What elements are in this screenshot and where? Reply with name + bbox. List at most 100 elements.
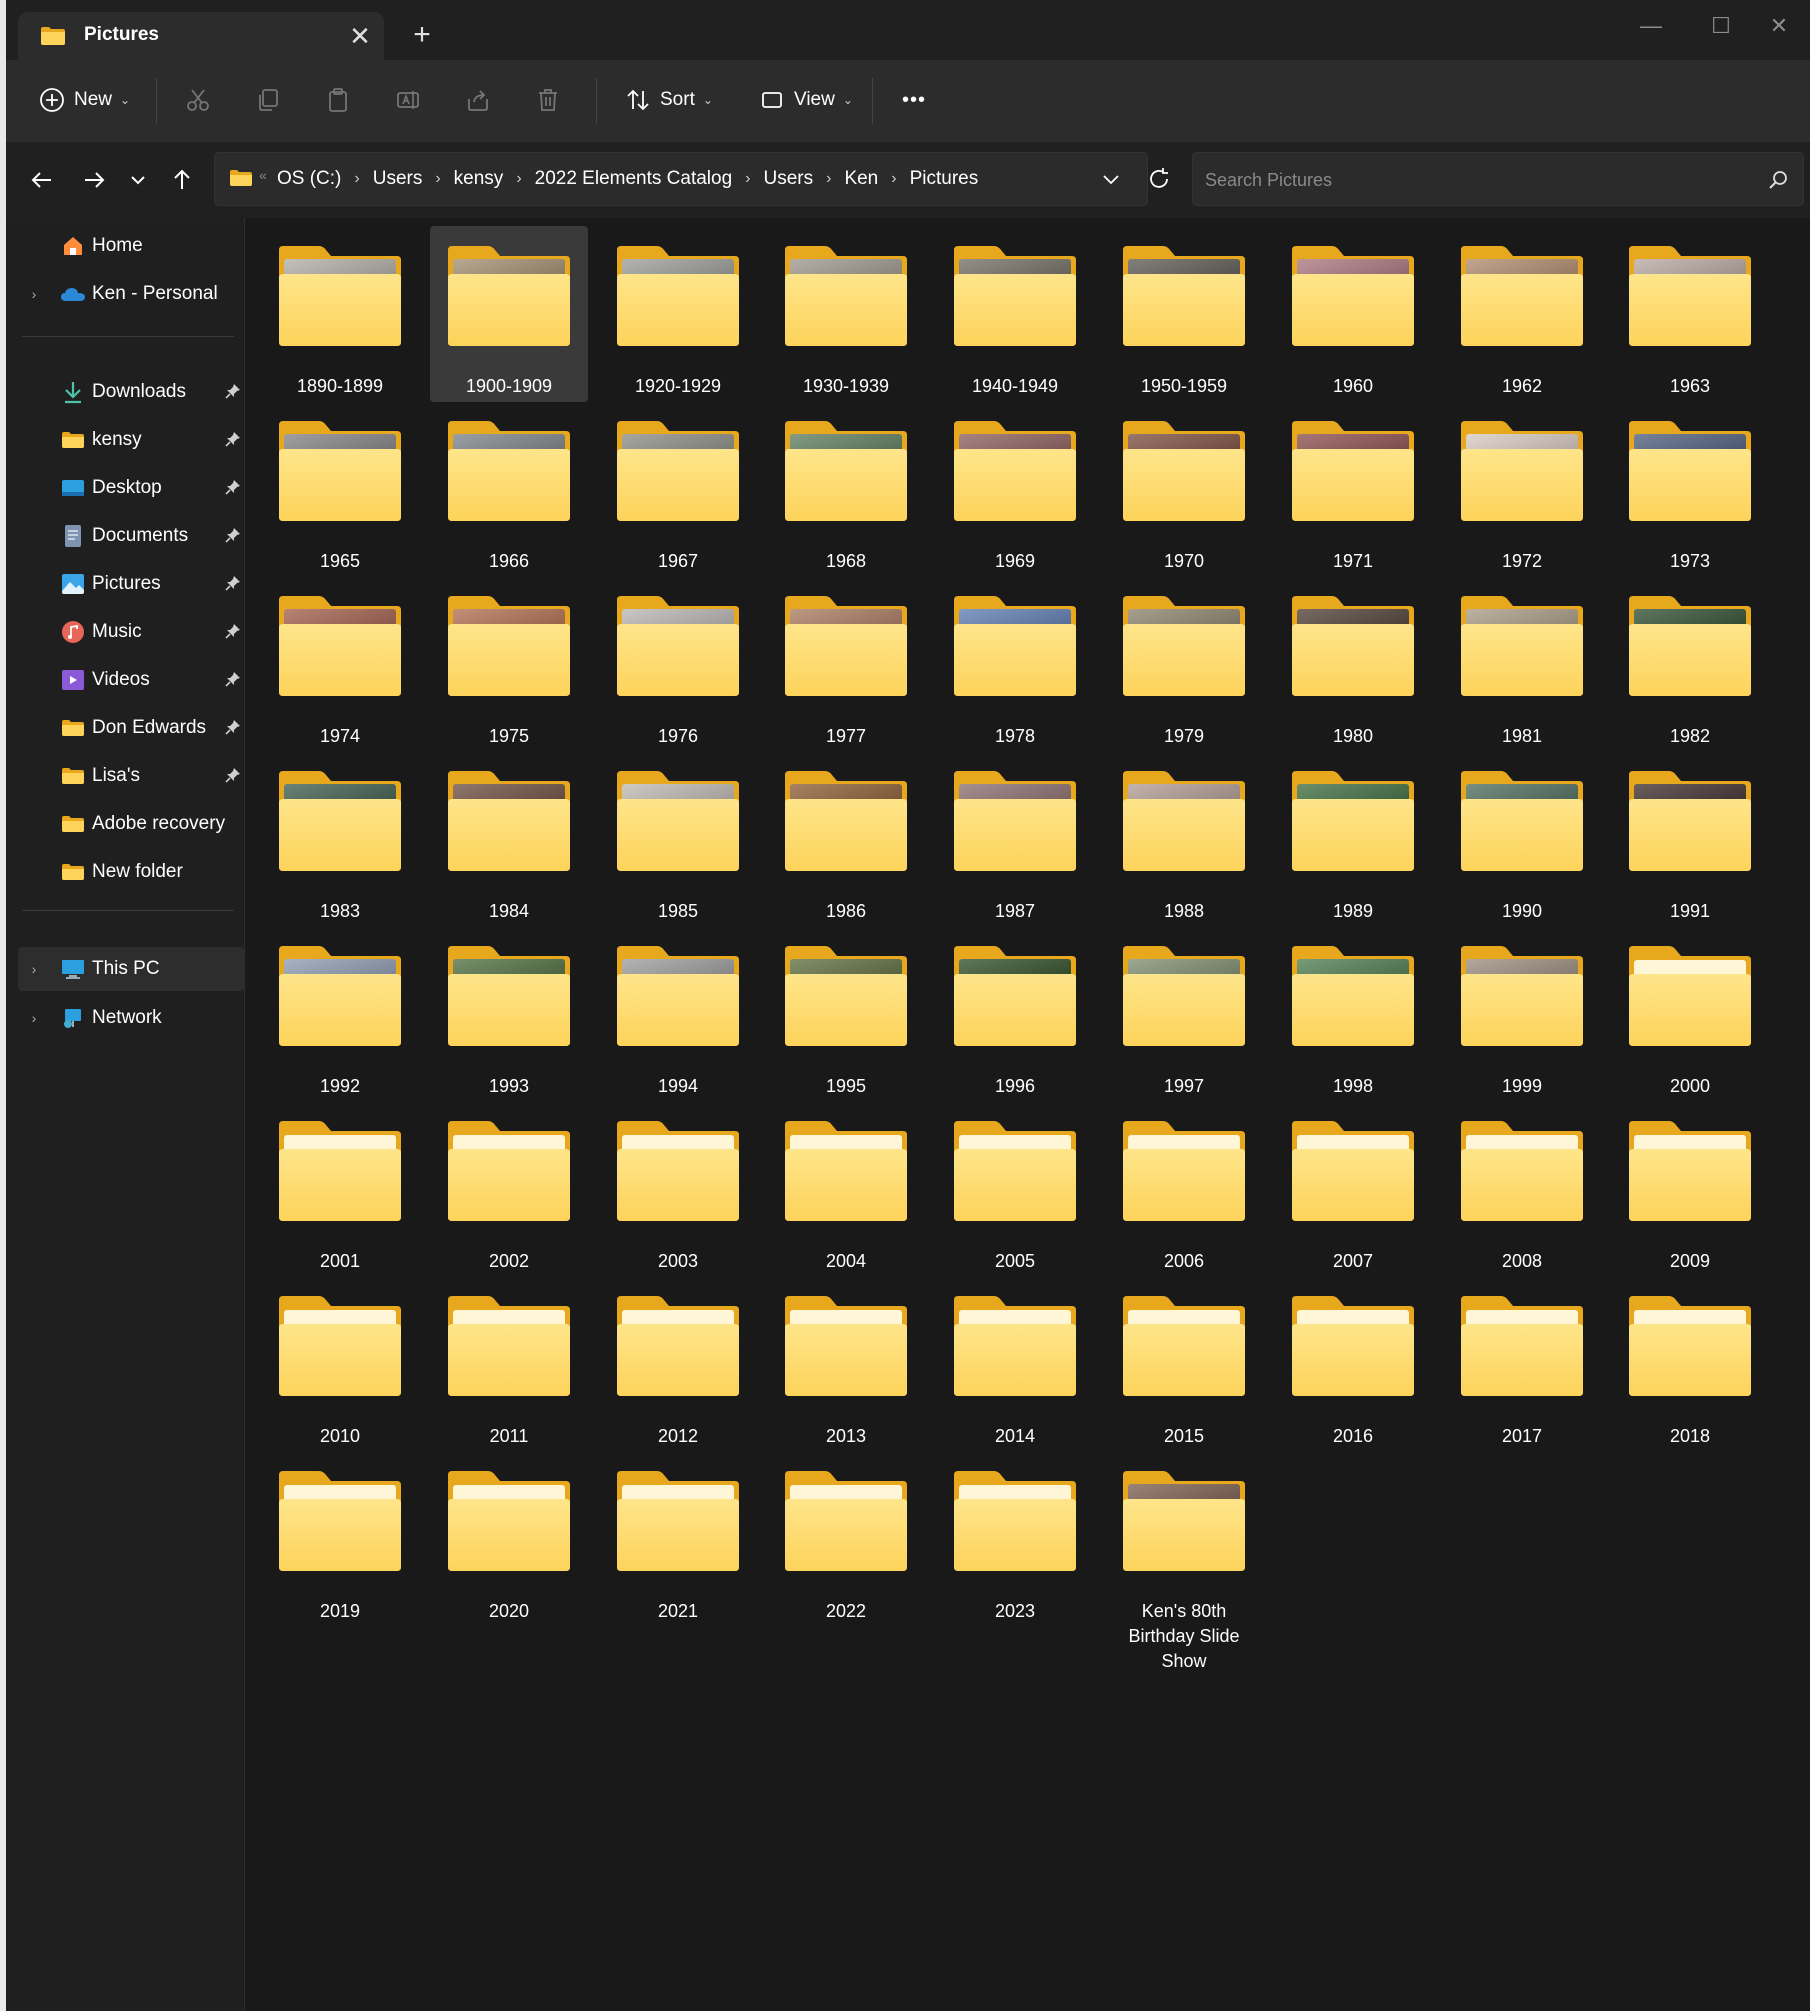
sidebar-item-downloads[interactable]: Downloads <box>18 370 244 414</box>
folder-item[interactable]: 2014 <box>936 1276 1094 1452</box>
sidebar-item-videos[interactable]: Videos <box>18 658 244 702</box>
folder-item[interactable]: 1982 <box>1611 576 1769 752</box>
folder-item[interactable]: 1920-1929 <box>599 226 757 402</box>
folder-item[interactable]: 1985 <box>599 751 757 927</box>
up-button[interactable] <box>162 160 202 200</box>
share-button[interactable] <box>456 74 500 126</box>
folder-item[interactable]: 1940-1949 <box>936 226 1094 402</box>
folder-item[interactable]: 1990 <box>1443 751 1601 927</box>
new-tab-button[interactable]: + <box>402 16 442 56</box>
breadcrumb-item[interactable]: Users <box>373 168 423 190</box>
folder-item[interactable]: 2004 <box>767 1101 925 1277</box>
folder-item[interactable]: 2005 <box>936 1101 1094 1277</box>
folder-item[interactable]: 2013 <box>767 1276 925 1452</box>
sidebar-item-pictures[interactable]: Pictures <box>18 562 244 606</box>
sidebar-item-desktop[interactable]: Desktop <box>18 466 244 510</box>
folder-item[interactable]: 1997 <box>1105 926 1263 1102</box>
close-window-button[interactable]: ✕ <box>1754 8 1804 44</box>
chevron-down-icon[interactable] <box>1095 165 1127 195</box>
folder-item[interactable]: 1900-1909 <box>430 226 588 402</box>
breadcrumb-separator-icon[interactable]: › <box>745 170 750 188</box>
rename-button[interactable] <box>386 74 430 126</box>
folder-item[interactable]: 1969 <box>936 401 1094 577</box>
forward-button[interactable] <box>74 160 114 200</box>
chevron-right-icon[interactable]: › <box>26 961 42 977</box>
breadcrumb-separator-icon[interactable]: › <box>516 170 521 188</box>
folder-item[interactable]: 2022 <box>767 1451 925 1627</box>
folder-item[interactable]: 2009 <box>1611 1101 1769 1277</box>
breadcrumb-item[interactable]: kensy <box>454 168 504 190</box>
folder-item[interactable]: 2020 <box>430 1451 588 1627</box>
folder-item[interactable]: 1890-1899 <box>261 226 419 402</box>
chevron-right-icon[interactable]: › <box>26 286 42 302</box>
folder-item[interactable]: 1971 <box>1274 401 1432 577</box>
folder-item[interactable]: 2017 <box>1443 1276 1601 1452</box>
sidebar-item-music[interactable]: Music <box>18 610 244 654</box>
folder-item[interactable]: 2019 <box>261 1451 419 1627</box>
breadcrumb-item[interactable]: OS (C:) <box>277 168 341 190</box>
folder-item[interactable]: 1999 <box>1443 926 1601 1102</box>
sidebar-item-home[interactable]: Home <box>18 224 244 268</box>
folder-item[interactable]: 1978 <box>936 576 1094 752</box>
folder-item[interactable]: 1996 <box>936 926 1094 1102</box>
folder-item[interactable]: 2001 <box>261 1101 419 1277</box>
folder-item[interactable]: 2012 <box>599 1276 757 1452</box>
folder-item[interactable]: 1979 <box>1105 576 1263 752</box>
sidebar-item-this-pc[interactable]: › This PC <box>18 947 244 991</box>
folder-item[interactable]: 1972 <box>1443 401 1601 577</box>
sidebar-item-kensy[interactable]: kensy <box>18 418 244 462</box>
folder-item[interactable]: 1993 <box>430 926 588 1102</box>
paste-button[interactable] <box>316 74 360 126</box>
sidebar-item-adobe-recovery[interactable]: Adobe recovery <box>18 802 244 846</box>
folder-item[interactable]: 2006 <box>1105 1101 1263 1277</box>
sidebar-item-new-folder[interactable]: New folder <box>18 850 244 894</box>
folder-item[interactable]: 1987 <box>936 751 1094 927</box>
delete-button[interactable] <box>526 74 570 126</box>
sort-button[interactable]: Sort ⌄ <box>616 74 713 126</box>
folder-item[interactable]: 1975 <box>430 576 588 752</box>
folder-item[interactable]: 1974 <box>261 576 419 752</box>
folder-item[interactable]: 1967 <box>599 401 757 577</box>
folder-item[interactable]: 1962 <box>1443 226 1601 402</box>
copy-button[interactable] <box>246 74 290 126</box>
view-button[interactable]: View ⌄ <box>750 74 853 126</box>
folder-item[interactable]: 1965 <box>261 401 419 577</box>
folder-item[interactable]: 1930-1939 <box>767 226 925 402</box>
folder-item[interactable]: 1977 <box>767 576 925 752</box>
folder-item[interactable]: 1980 <box>1274 576 1432 752</box>
folder-item[interactable]: 2015 <box>1105 1276 1263 1452</box>
folder-item[interactable]: 1994 <box>599 926 757 1102</box>
folder-item[interactable]: 2016 <box>1274 1276 1432 1452</box>
sidebar-item-network[interactable]: › Network <box>18 996 244 1040</box>
tab-pictures[interactable]: Pictures ✕ <box>18 12 384 60</box>
sidebar-item-documents[interactable]: Documents <box>18 514 244 558</box>
search-input[interactable] <box>1203 163 1747 197</box>
sidebar-item-don-edwards[interactable]: Don Edwards <box>18 706 244 750</box>
folder-item[interactable]: 2008 <box>1443 1101 1601 1277</box>
folder-item[interactable]: 1981 <box>1443 576 1601 752</box>
folder-item[interactable]: 1970 <box>1105 401 1263 577</box>
folder-item[interactable]: 1989 <box>1274 751 1432 927</box>
folder-item[interactable]: 1973 <box>1611 401 1769 577</box>
breadcrumb-item[interactable]: 2022 Elements Catalog <box>535 168 733 190</box>
folder-item[interactable]: 1988 <box>1105 751 1263 927</box>
minimize-button[interactable]: — <box>1626 8 1676 44</box>
back-button[interactable] <box>22 160 62 200</box>
breadcrumb-item[interactable]: Ken <box>844 168 878 190</box>
maximize-button[interactable]: ☐ <box>1696 8 1746 44</box>
breadcrumb-separator-icon[interactable]: › <box>826 170 831 188</box>
sidebar-item-lisa-s[interactable]: Lisa's <box>18 754 244 798</box>
search-icon[interactable] <box>1767 169 1789 191</box>
overflow-breadcrumb-icon[interactable]: « <box>259 167 267 183</box>
folder-item[interactable]: 1986 <box>767 751 925 927</box>
sidebar-item-ken-personal[interactable]: › Ken - Personal <box>18 272 244 316</box>
folder-item[interactable]: 1968 <box>767 401 925 577</box>
folder-item[interactable]: 1983 <box>261 751 419 927</box>
folder-item[interactable]: 2010 <box>261 1276 419 1452</box>
folder-item[interactable]: Ken's 80th Birthday Slide Show <box>1105 1451 1263 1671</box>
breadcrumb-separator-icon[interactable]: › <box>354 170 359 188</box>
folder-item[interactable]: 1960 <box>1274 226 1432 402</box>
breadcrumb-separator-icon[interactable]: › <box>435 170 440 188</box>
folder-item[interactable]: 2023 <box>936 1451 1094 1627</box>
chevron-right-icon[interactable]: › <box>26 1010 42 1026</box>
